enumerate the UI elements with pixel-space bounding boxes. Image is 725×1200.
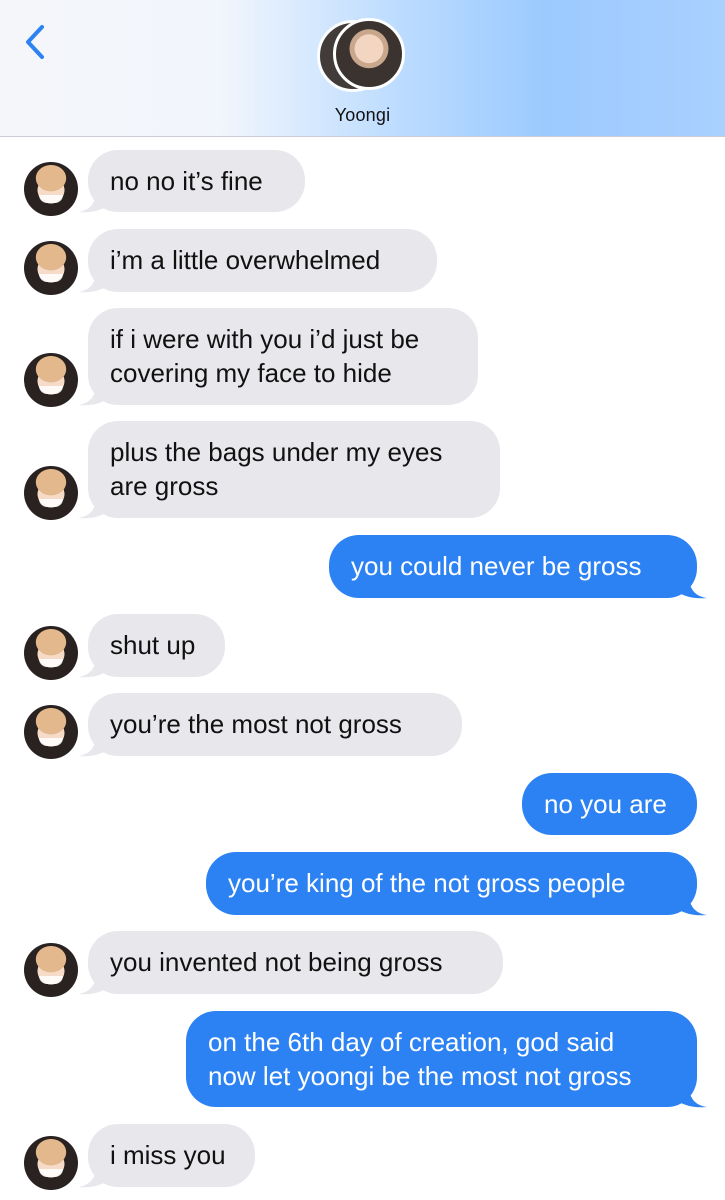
incoming-message-bubble[interactable]: i’m a little overwhelmed [88,229,437,292]
message-text: plus the bags under my eyes [110,437,443,467]
incoming-message-bubble[interactable]: you’re the most not gross [88,693,462,756]
avatar[interactable] [24,626,78,680]
message-text: covering my face to hide [110,358,392,388]
contact-name[interactable]: Yoongi [0,105,725,126]
incoming-message-bubble[interactable]: if i were with you i’d just be covering … [88,308,478,405]
back-button[interactable] [22,22,52,62]
message-text: i’m a little overwhelmed [110,245,381,275]
outgoing-message-bubble[interactable]: on the 6th day of creation, god said now… [186,1011,697,1107]
message-text: you’re the most not gross [110,709,402,739]
message-text: are gross [110,471,219,501]
incoming-message-bubble[interactable]: no no it’s fine [88,150,305,212]
chevron-left-icon [26,25,44,59]
outgoing-message-bubble[interactable]: you could never be gross [329,535,697,598]
incoming-message-bubble[interactable]: plus the bags under my eyes are gross [88,421,500,518]
message-text: shut up [110,630,196,660]
message-text: if i were with you i’d just be [110,324,420,354]
message-text: i miss you [110,1140,226,1170]
message-text: no you are [544,789,667,819]
conversation-header: Yoongi [0,0,725,137]
message-text: you’re king of the not gross people [228,868,626,898]
outgoing-message-bubble[interactable]: no you are [522,773,697,835]
avatar[interactable] [24,943,78,997]
incoming-message-bubble[interactable]: shut up [88,614,225,677]
avatar[interactable] [24,466,78,520]
message-text: you could never be gross [351,551,642,581]
message-text: on the 6th day of creation, god said [208,1027,615,1057]
incoming-message-bubble[interactable]: you invented not being gross [88,931,503,994]
incoming-message-bubble[interactable]: i miss you [88,1124,255,1187]
avatar [333,18,405,90]
message-text: you invented not being gross [110,947,443,977]
avatar[interactable] [24,705,78,759]
message-text: no no it’s fine [110,166,263,196]
avatar[interactable] [24,241,78,295]
avatar[interactable] [24,353,78,407]
message-text: now let yoongi be the most not gross [208,1061,632,1091]
contact-avatar-group[interactable] [317,18,409,92]
avatar[interactable] [24,1136,78,1190]
outgoing-message-bubble[interactable]: you’re king of the not gross people [206,852,697,915]
avatar[interactable] [24,162,78,216]
